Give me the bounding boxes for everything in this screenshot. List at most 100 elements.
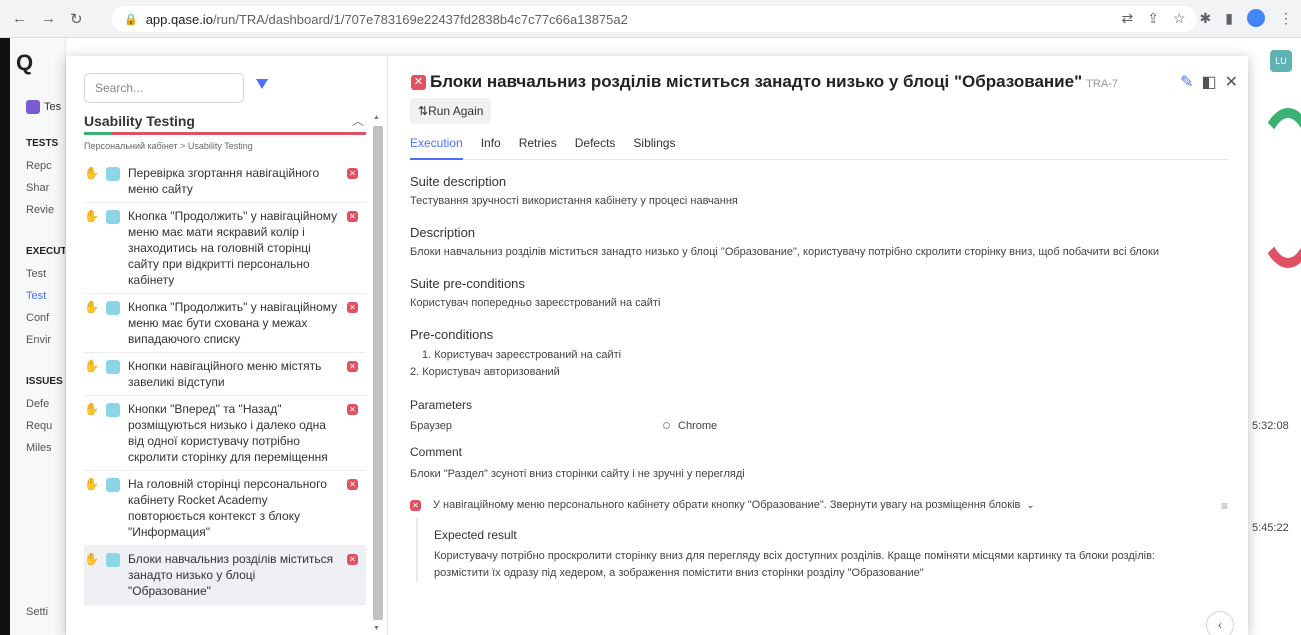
filter-icon[interactable] [256, 79, 268, 89]
sidebar-icon[interactable]: ▮ [1225, 10, 1233, 27]
search-input[interactable] [84, 73, 244, 103]
tab-execution[interactable]: Execution [410, 136, 463, 160]
tab-info[interactable]: Info [481, 136, 501, 160]
scroll-down-icon[interactable]: ▼ [373, 625, 380, 632]
list-item[interactable]: ✋ Кнопка "Продолжить" у навігаційному ме… [84, 294, 366, 353]
hand-icon: ✋ [84, 300, 99, 314]
scroll-up-icon[interactable]: ▲ [373, 114, 380, 121]
sidebar-head-execution: EXECUTI [26, 246, 66, 257]
list-item[interactable]: ✋ Кнопки "Вперед" та "Назад" розміщуютьс… [84, 396, 366, 471]
fail-icon: ✕ [347, 302, 358, 313]
hand-icon: ✋ [84, 477, 99, 491]
sidebar-item-requirements[interactable]: Requ [26, 420, 52, 432]
suite-preconditions-heading: Suite pre-conditions [410, 276, 525, 291]
suite-progress-passed [84, 132, 113, 135]
sidebar-item-settings[interactable]: Setti [26, 606, 48, 618]
browser-actions: ⇄ ⇪ ☆ ✱ ▮ ⋮ [1122, 9, 1293, 27]
list-item-selected[interactable]: ✋ Блоки навчальниз розділів міститься за… [84, 546, 366, 605]
step-text: У навігаційному меню персонального кабін… [433, 499, 1021, 511]
tab-defects[interactable]: Defects [575, 136, 616, 160]
tab-retries[interactable]: Retries [519, 136, 557, 160]
chevron-down-icon[interactable]: ⌄ [1026, 500, 1034, 511]
case-title: Кнопки "Вперед" та "Назад" розміщуються … [128, 402, 328, 464]
list-item[interactable]: ✋ Кнопки навігаційного меню містять заве… [84, 353, 366, 396]
case-title: Блоки навчальниз розділів міститься зана… [128, 552, 334, 598]
repeat-icon: ⇅ [418, 104, 429, 118]
list-item[interactable]: ✋ Кнопка "Продолжить" у навігаційному ме… [84, 203, 366, 294]
step-row[interactable]: ✕ У навігаційному меню персонального каб… [410, 499, 1228, 513]
list-item[interactable]: ✋ На головній сторінці персонального каб… [84, 471, 366, 546]
forward-icon[interactable]: → [41, 10, 56, 28]
sidebar-item-test-plans[interactable]: Test [26, 268, 46, 280]
browser-nav: ← → ↻ [0, 10, 112, 28]
precondition-item: 2. Користувач авторизований [410, 366, 560, 378]
list-item[interactable]: ✋ Перевірка згортання навігаційного меню… [84, 160, 366, 203]
fail-icon: ✕ [410, 499, 421, 511]
hand-icon: ✋ [84, 209, 99, 223]
case-code: TRA-7 [1086, 78, 1118, 90]
back-icon[interactable]: ← [12, 10, 27, 28]
qase-logo: Q [16, 50, 34, 75]
preconditions-heading: Pre-conditions [410, 327, 494, 342]
menu-icon[interactable]: ⋮ [1279, 10, 1293, 27]
sidebar-item-milestones[interactable]: Miles [26, 442, 52, 454]
suite-progress [84, 132, 366, 135]
expected-result-heading: Expected result [434, 528, 517, 542]
case-list-scrollbar[interactable]: ▲ ▼ [371, 114, 383, 635]
tab-siblings[interactable]: Siblings [633, 136, 675, 160]
hand-icon: ✋ [84, 402, 99, 416]
case-title: Кнопки навігаційного меню містять завели… [128, 359, 322, 389]
sidebar-item-configurations[interactable]: Conf [26, 312, 49, 324]
comment-text: Блоки "Раздел" зсуноті вниз сторінки сай… [410, 468, 745, 480]
run-time: 5:32:08 [1252, 420, 1289, 432]
sidebar-item-review[interactable]: Revie [26, 204, 54, 216]
profile-avatar[interactable] [1247, 9, 1265, 27]
manual-case-icon [106, 553, 120, 567]
url-path: /run/TRA/dashboard/1/707e783169e22437fd2… [212, 11, 628, 27]
address-bar[interactable]: 🔒 app.qase.io /run/TRA/dashboard/1/707e7… [112, 6, 1197, 32]
case-title: Кнопка "Продолжить" у навігаційному меню… [128, 209, 338, 287]
parameter-name: Браузер [410, 420, 452, 432]
user-avatar[interactable]: LU [1270, 50, 1292, 72]
case-title: Кнопка "Продолжить" у навігаційному меню… [128, 300, 338, 346]
sidebar-item-test-runs[interactable]: Test [26, 290, 46, 302]
lines-icon[interactable]: ≡ [1221, 499, 1228, 513]
app-right-area: LU 5:32:08 5:45:22 [1248, 38, 1301, 635]
sidebar-item-repository[interactable]: Repc [26, 160, 52, 172]
project-switcher[interactable]: Tes [26, 100, 61, 114]
fail-icon: ✕ [411, 75, 426, 90]
app-sidebar: Q Tes TESTS Repc Shar Revie EXECUTI Test… [10, 38, 66, 635]
scroll-thumb[interactable] [373, 126, 383, 620]
extensions-icon[interactable]: ✱ [1200, 10, 1212, 27]
sidebar-head-tests: TESTS [26, 138, 59, 149]
sidebar-item-environments[interactable]: Envir [26, 334, 51, 346]
split-view-icon[interactable]: ◧ [1201, 72, 1216, 92]
edit-icon[interactable]: ✎ [1180, 72, 1193, 92]
manual-case-icon [106, 478, 120, 492]
lock-icon: 🔒 [124, 13, 138, 26]
manual-case-icon [106, 403, 120, 417]
run-again-button[interactable]: ⇅Run Again [410, 98, 492, 124]
manual-case-icon [106, 301, 120, 315]
suite-description-heading: Suite description [410, 174, 507, 189]
project-icon [26, 100, 40, 114]
fail-icon: ✕ [347, 361, 358, 372]
chevron-left-icon[interactable]: ‹ [1206, 611, 1234, 635]
close-icon[interactable]: ✕ [1225, 72, 1238, 92]
case-list: ✋ Перевірка згортання навігаційного меню… [84, 160, 366, 605]
case-title-heading: Блоки навчальниз розділів міститься зана… [430, 72, 1118, 92]
description-heading: Description [410, 225, 476, 240]
share-icon[interactable]: ⇪ [1147, 10, 1159, 27]
reload-icon[interactable]: ↻ [70, 10, 83, 28]
left-edge [0, 38, 10, 635]
expected-result-text: Користувачу потрібно проскролити сторінк… [434, 548, 1216, 582]
sidebar-item-shared[interactable]: Shar [26, 182, 49, 194]
detail-actions: ✎ ◧ ✕ [1180, 72, 1238, 92]
chevron-up-icon[interactable]: ︿ [352, 112, 364, 129]
breadcrumb: Персональний кабінет > Usability Testing [84, 141, 253, 151]
precondition-item: 1. Користувач зареєстрований на сайті [422, 349, 622, 361]
sidebar-item-defects[interactable]: Defe [26, 398, 49, 410]
star-icon[interactable]: ☆ [1173, 10, 1186, 27]
run-time: 5:45:22 [1252, 522, 1289, 534]
translate-icon[interactable]: ⇄ [1122, 10, 1134, 27]
